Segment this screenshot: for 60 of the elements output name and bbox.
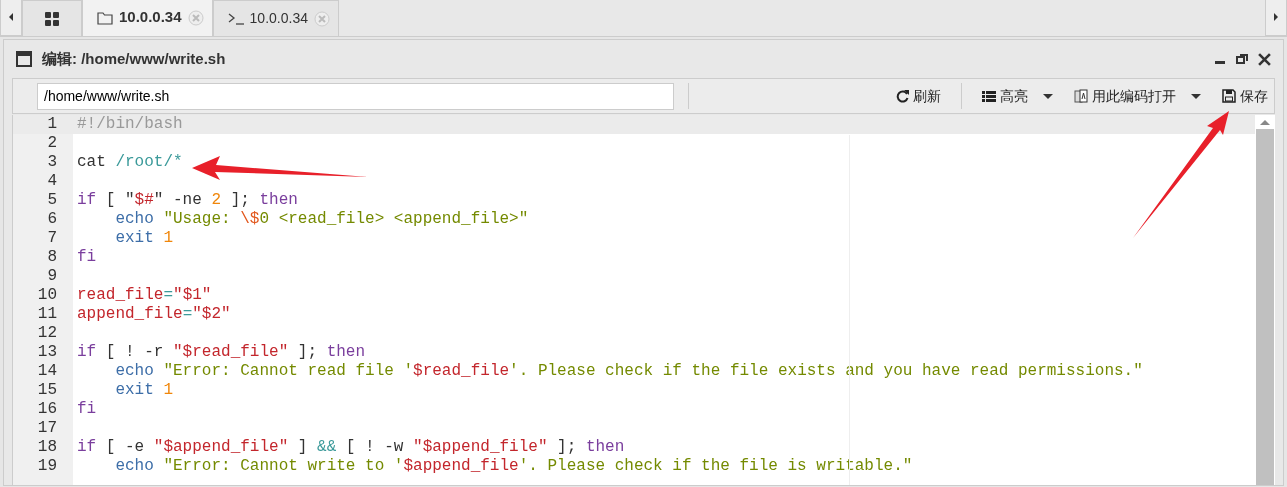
tab[interactable]: 10.0.0.34 <box>82 0 213 36</box>
caret-left-icon <box>7 11 15 23</box>
code-line: append_file="$2" <box>77 305 231 324</box>
folder-icon <box>97 9 113 26</box>
code-line: echo "Error: Cannot read file '$read_file'. Please check if the file exists and you have read permissions." <box>114 362 1143 381</box>
code-line: exit 1 <box>114 229 173 248</box>
caret-icon <box>1190 91 1202 101</box>
line-number: 1 <box>13 115 73 134</box>
tab[interactable]: 10.0.0.34 <box>212 0 339 36</box>
code-line: echo "Error: Cannot write to '$append_file'. Please check if the file is writable." <box>114 457 913 476</box>
line-number: 10 <box>36 286 58 305</box>
tab[interactable] <box>22 0 82 36</box>
path-field[interactable]: /home/www/write.sh <box>37 82 674 110</box>
highlight-button[interactable]: 高亮 <box>976 82 1060 110</box>
code-line: cat /root/* <box>77 153 183 172</box>
line-number: 11 <box>36 305 58 324</box>
line-number: 8 <box>46 248 58 267</box>
tab-label: 10.0.0.34 <box>249 9 308 28</box>
scroll-right-button[interactable] <box>1265 0 1287 36</box>
line-number: 19 <box>36 457 58 476</box>
line-number: 18 <box>36 438 58 457</box>
line-number: 6 <box>46 210 58 229</box>
code-line: if [ ! -r "$read_file" ]; then <box>77 343 366 362</box>
save-button[interactable]: 保存 <box>1216 82 1274 110</box>
refresh-icon <box>895 89 909 103</box>
caret-right-icon <box>1272 11 1280 23</box>
encoding-button[interactable]: 用此编码打开 <box>1068 82 1208 110</box>
line-number: 13 <box>36 343 58 362</box>
save-icon <box>1222 89 1236 103</box>
close-icon[interactable] <box>1258 52 1271 66</box>
code-line: exit 1 <box>114 381 173 400</box>
line-number: 14 <box>36 362 58 381</box>
code-line: if [ -e "$append_file" ] && [ ! -w "$append_file" ]; then <box>77 438 625 457</box>
list-icon <box>982 89 996 103</box>
grid-icon <box>45 11 59 26</box>
scrollbar-thumb[interactable] <box>1256 129 1274 485</box>
code-line: fi <box>77 248 97 267</box>
line-number: 16 <box>36 400 58 419</box>
line-number: 7 <box>46 229 58 248</box>
caret-icon <box>1042 91 1054 101</box>
code-line: fi <box>77 400 97 419</box>
code-line: read_file="$1" <box>77 286 212 305</box>
line-number: 5 <box>46 191 58 210</box>
code-line: if [ "$#" -ne 2 ]; then <box>77 191 298 210</box>
line-number: 15 <box>36 381 58 400</box>
line-number: 9 <box>46 267 58 286</box>
code-line: echo "Usage: \$0 <read_file> <append_file>" <box>114 210 529 229</box>
scroll-left-button[interactable] <box>0 0 22 36</box>
line-number: 17 <box>36 419 58 438</box>
documents-icon <box>1074 89 1088 103</box>
code-line: #!/bin/bash <box>77 115 183 134</box>
line-number: 12 <box>36 324 58 343</box>
window-title: 编辑: /home/www/write.sh <box>42 48 226 69</box>
window-icon <box>16 51 32 67</box>
tab-label: 10.0.0.34 <box>119 7 182 28</box>
refresh-button[interactable]: 刷新 <box>889 82 947 110</box>
line-number: 3 <box>46 153 58 172</box>
line-number: 2 <box>46 134 58 153</box>
line-number: 4 <box>46 172 58 191</box>
restore-icon[interactable] <box>1236 53 1248 65</box>
